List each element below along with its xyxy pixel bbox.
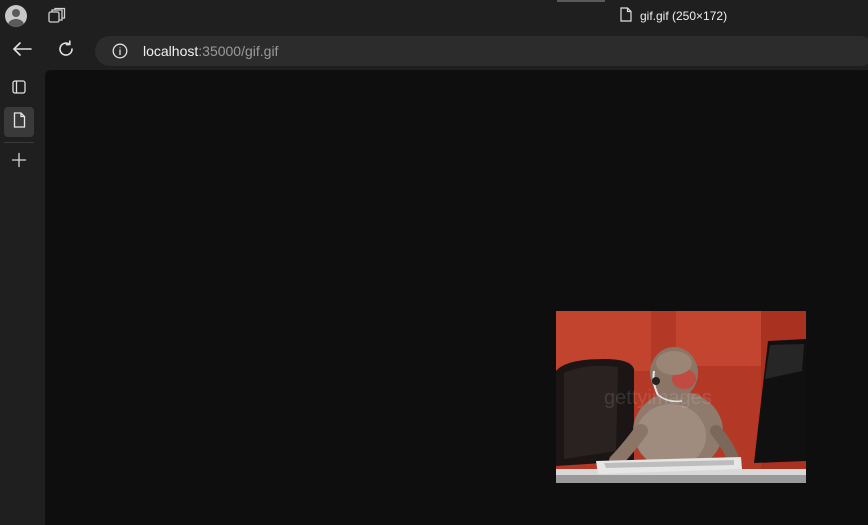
tab-actions-button[interactable] xyxy=(4,74,34,104)
document-icon xyxy=(13,111,26,133)
sidebar-tab-gif[interactable] xyxy=(4,107,34,137)
tab-title-label: gif.gif (250×172) xyxy=(640,9,728,23)
tab-actions-icon xyxy=(11,79,27,100)
plus-icon xyxy=(11,152,27,173)
reload-icon xyxy=(57,39,75,63)
tab-indicator xyxy=(557,0,605,2)
url-text[interactable]: localhost:35000/gif.gif xyxy=(143,43,278,59)
url-host: localhost xyxy=(143,43,199,59)
vertical-tabs-sidebar xyxy=(0,70,44,525)
back-arrow-icon xyxy=(12,41,32,62)
reload-button[interactable] xyxy=(53,39,79,63)
watermark-text: gettyimages xyxy=(604,387,712,409)
active-tab[interactable]: gif.gif (250×172) xyxy=(620,6,727,26)
page-viewport: gettyimages xyxy=(45,70,868,525)
toolbar: localhost:35000/gif.gif xyxy=(0,32,868,70)
url-path: :35000/gif.gif xyxy=(198,43,279,59)
info-icon[interactable] xyxy=(111,42,129,60)
document-icon xyxy=(620,7,632,25)
sidebar-divider xyxy=(4,142,34,143)
workspaces-icon[interactable] xyxy=(46,7,66,25)
address-bar[interactable]: localhost:35000/gif.gif xyxy=(95,36,868,66)
back-button[interactable] xyxy=(9,39,35,63)
new-tab-button[interactable] xyxy=(4,147,34,177)
title-bar: gif.gif (250×172) xyxy=(0,0,868,32)
gif-image[interactable]: gettyimages xyxy=(556,311,806,483)
profile-avatar-icon[interactable] xyxy=(5,5,27,27)
